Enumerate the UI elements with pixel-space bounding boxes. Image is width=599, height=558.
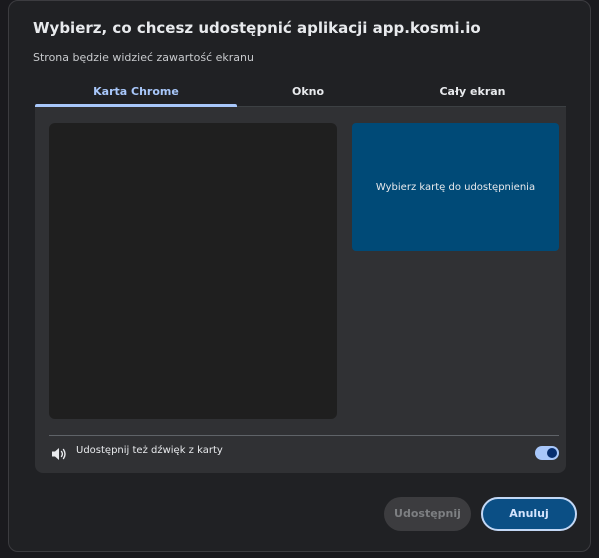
dialog-title: Wybierz, co chcesz udostępnić aplikacji … xyxy=(33,19,481,37)
share-button[interactable]: Udostępnij xyxy=(384,497,471,531)
share-audio-row: Udostępnij też dźwięk z karty xyxy=(49,443,559,463)
tab-entire-screen[interactable]: Cały ekran xyxy=(379,80,566,106)
share-audio-label: Udostępnij też dźwięk z karty xyxy=(76,445,223,456)
dialog-subtitle: Strona będzie widzieć zawartość ekranu xyxy=(33,51,254,64)
speaker-icon xyxy=(51,446,67,460)
source-tabs: Karta Chrome Okno Cały ekran xyxy=(35,80,566,107)
toggle-knob xyxy=(547,448,557,458)
cancel-button[interactable]: Anuluj xyxy=(481,497,577,531)
preview-area xyxy=(49,123,337,419)
select-tab-card-label: Wybierz kartę do udostępnienia xyxy=(375,182,536,193)
select-tab-card[interactable]: Wybierz kartę do udostępnienia xyxy=(352,123,559,251)
share-screen-dialog: Wybierz, co chcesz udostępnić aplikacji … xyxy=(8,0,591,552)
tab-chrome-tab[interactable]: Karta Chrome xyxy=(35,80,237,106)
tab-content-panel: Wybierz kartę do udostępnienia Udostępni… xyxy=(35,107,566,473)
tab-window[interactable]: Okno xyxy=(237,80,379,106)
share-audio-toggle[interactable] xyxy=(535,446,559,460)
divider xyxy=(49,435,559,436)
